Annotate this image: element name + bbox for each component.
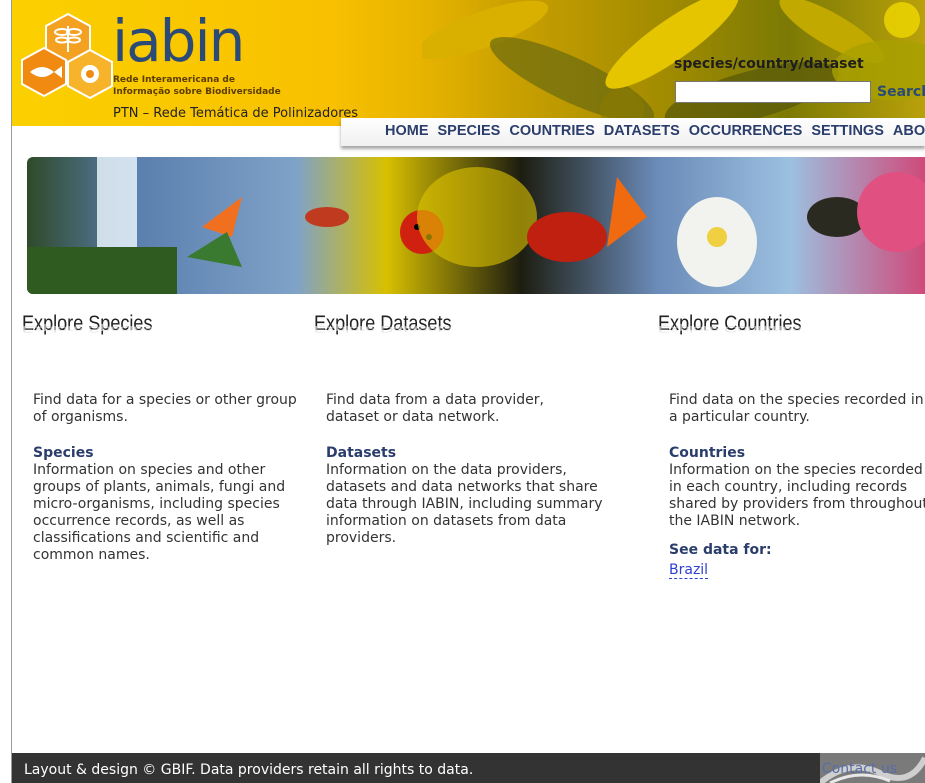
nav-item-countries[interactable]: COUNTRIES <box>509 123 594 139</box>
page: iabin Rede Interamericana de Informação … <box>0 0 925 783</box>
main-nav: HOME SPECIES COUNTRIES DATASETS OCCURREN… <box>341 118 925 146</box>
nature-banner-image <box>27 157 925 294</box>
countries-link[interactable]: Countries <box>669 445 925 462</box>
nav-item-home[interactable]: HOME <box>385 123 429 139</box>
nav-item-datasets[interactable]: DATASETS <box>604 123 680 139</box>
contact-us-link[interactable]: Contact us <box>822 761 897 777</box>
logo-subtitle-line-1: Rede Interamericana de <box>113 75 235 85</box>
nav-item-species[interactable]: SPECIES <box>438 123 501 139</box>
search-label: species/country/dataset <box>674 56 864 72</box>
footer: Layout & design © GBIF. Data providers r… <box>12 753 925 783</box>
datasets-description: Information on the data providers, datas… <box>326 462 603 546</box>
search-button[interactable]: Search <box>877 84 925 100</box>
nav-item-about[interactable]: ABOUT <box>893 123 925 139</box>
explore-datasets-intro: Find data from a data provider, dataset … <box>326 392 544 425</box>
search-input[interactable] <box>675 81 871 103</box>
nav-item-settings[interactable]: SETTINGS <box>811 123 884 139</box>
logo-text: iabin <box>112 7 245 75</box>
ptn-label: PTN – Rede Temática de Polinizadores <box>113 106 359 121</box>
logo-subtitle: Rede Interamericana de Informação sobre … <box>113 74 281 98</box>
datasets-link[interactable]: Datasets <box>326 445 604 462</box>
brazil-link[interactable]: Brazil <box>669 562 709 579</box>
explore-countries-heading-reflection: Explore Countries <box>658 323 802 334</box>
species-description: Information on species and other groups … <box>33 462 286 563</box>
explore-datasets-section: Explore Datasets Explore Datasets Find d… <box>314 312 604 546</box>
footer-copyright: Layout & design © GBIF. Data providers r… <box>24 762 474 778</box>
logo-hexagons <box>21 12 113 100</box>
logo-subtitle-line-2: Informação sobre Biodiversidade <box>113 87 281 97</box>
explore-datasets-heading-reflection: Explore Datasets <box>314 323 452 334</box>
species-link[interactable]: Species <box>33 445 308 462</box>
explore-species-heading-reflection: Explore Species <box>22 323 153 334</box>
explore-species-section: Explore Species Explore Species Find dat… <box>22 312 307 563</box>
explore-species-intro: Find data for a species or other group o… <box>33 392 297 425</box>
explore-countries-intro: Find data on the species recorded in a p… <box>669 392 924 425</box>
nav-item-occurrences[interactable]: OCCURRENCES <box>689 123 803 139</box>
countries-description: Information on the species recorded in e… <box>669 462 925 529</box>
explore-countries-section: Explore Countries Explore Countries Find… <box>658 312 925 579</box>
see-data-label: See data for: <box>669 542 772 558</box>
